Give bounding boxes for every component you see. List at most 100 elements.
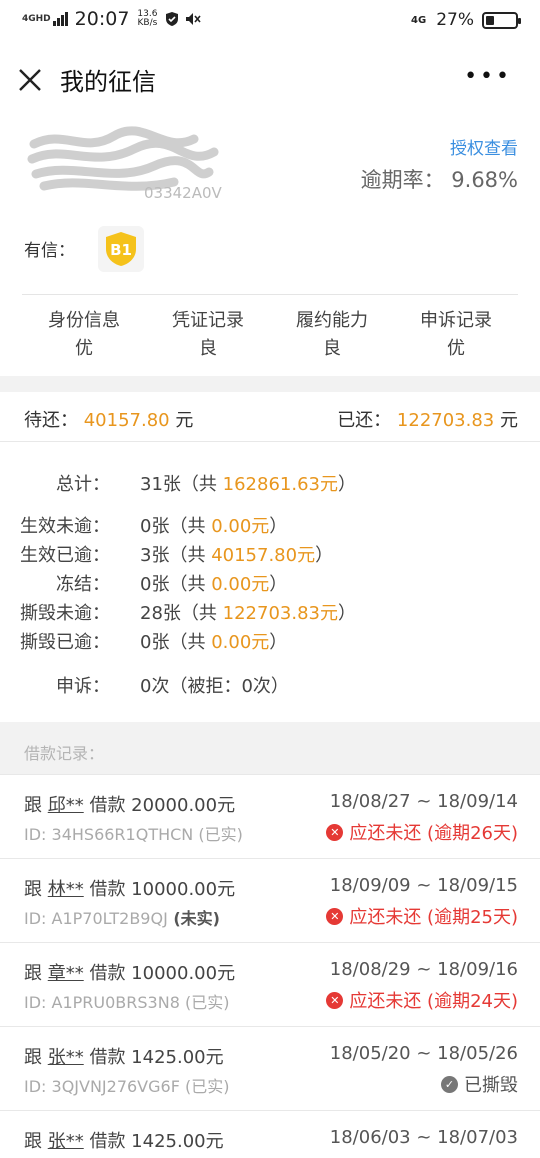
- id-value: 34HS66R1QTHCN: [51, 825, 194, 844]
- stat-row: 生效已逾： 3张（共 40157.80元）: [0, 541, 540, 571]
- pending-balance: 待还： 40157.80 元: [24, 406, 193, 432]
- real-status: (已实): [179, 993, 230, 1012]
- id-partial: 03342A0V: [144, 184, 223, 202]
- profile-header: 03342A0V 授权查看 逾期率： 9.68% 有信： B1 身份信息 优 凭…: [0, 116, 540, 376]
- overdue-label: 逾期率：: [360, 168, 445, 192]
- category-name: 身份信息: [48, 310, 120, 331]
- stat-prefix: （共: [169, 545, 212, 566]
- id-label: ID:: [24, 993, 52, 1012]
- error-icon: ✕: [326, 907, 344, 925]
- lender-name[interactable]: 张**: [48, 1131, 84, 1152]
- stat-amount: 162861.63元: [222, 474, 338, 495]
- close-icon[interactable]: [16, 66, 44, 94]
- loan-prefix: 跟: [24, 1047, 48, 1068]
- loan-dates: 18/06/03 ~ 18/07/03: [329, 1127, 518, 1148]
- paid-balance: 已还： 122703.83 元: [337, 406, 518, 432]
- clock: 20:07: [74, 8, 130, 30]
- paid-unit: 元: [500, 410, 518, 431]
- stat-label: 总计：: [56, 474, 110, 495]
- stat-row: 撕毁已逾： 0张（共 0.00元）: [0, 628, 540, 658]
- shield-status-icon: [166, 12, 179, 26]
- stat-count: 3张: [140, 545, 170, 566]
- pending-value: 40157.80: [83, 410, 170, 431]
- loan-prefix: 跟: [24, 879, 48, 900]
- loan-prefix: 跟: [24, 963, 48, 984]
- stat-value: 0张（共 0.00元）: [140, 512, 287, 538]
- loan-desc: 跟 张** 借款 1425.00元: [24, 1127, 224, 1153]
- loan-amount: 借款 10000.00元: [83, 963, 236, 984]
- status-text: 应还未还 (逾期24天): [349, 991, 518, 1012]
- speed-unit: KB/s: [137, 18, 158, 28]
- id-label: ID:: [24, 909, 52, 928]
- loan-record[interactable]: 跟 张** 借款 1425.00元 ID: 3QJVNJ276VG6F (已实)…: [0, 1026, 540, 1110]
- paid-label: 已还：: [337, 410, 392, 431]
- category-grade: 良: [199, 338, 217, 359]
- stat-count: 28张: [140, 603, 181, 624]
- loan-record[interactable]: 跟 张** 借款 1425.00元 18/06/03 ~ 18/07/03: [0, 1110, 540, 1158]
- loan-amount: 借款 10000.00元: [83, 879, 236, 900]
- category-identity[interactable]: 身份信息 优: [22, 295, 146, 372]
- status-text: 已撕毁: [464, 1075, 518, 1096]
- stat-prefix: （共: [169, 632, 212, 653]
- loan-dates: 18/09/09 ~ 18/09/15: [329, 875, 518, 896]
- category-voucher[interactable]: 凭证记录 良: [146, 295, 270, 372]
- category-name: 凭证记录: [172, 310, 244, 331]
- stat-amount: 0.00元: [211, 632, 270, 653]
- loan-id: ID: A1P70LT2B9QJ (未实): [24, 905, 220, 929]
- stat-label: 撕毁已逾：: [20, 632, 110, 653]
- category-ability[interactable]: 履约能力 良: [270, 295, 394, 372]
- stat-value: 3张（共 40157.80元）: [140, 541, 333, 567]
- stat-suffix: ）: [315, 545, 334, 566]
- credit-label: 有信：: [24, 241, 75, 261]
- stat-suffix: ）: [269, 516, 288, 537]
- loan-record[interactable]: 跟 林** 借款 10000.00元 ID: A1P70LT2B9QJ (未实)…: [0, 858, 540, 942]
- id-value: A1P70LT2B9QJ: [51, 909, 168, 928]
- credit-categories: 身份信息 优 凭证记录 良 履约能力 良 申诉记录 优: [22, 294, 518, 372]
- battery-fill: [486, 15, 494, 25]
- stat-suffix: ）: [337, 603, 356, 624]
- stat-label: 申诉：: [56, 676, 110, 697]
- lender-name[interactable]: 张**: [48, 1047, 84, 1068]
- status-text: 应还未还 (逾期25天): [349, 907, 518, 928]
- lender-name[interactable]: 邱**: [48, 795, 84, 816]
- loan-amount: 借款 20000.00元: [83, 795, 236, 816]
- stat-amount: 0.00元: [211, 574, 270, 595]
- stat-prefix: （共: [169, 574, 212, 595]
- loan-id: ID: 3QJVNJ276VG6F (已实): [24, 1073, 229, 1097]
- loan-record[interactable]: 跟 邱** 借款 20000.00元 ID: 34HS66R1QTHCN (已实…: [0, 774, 540, 858]
- category-grade: 优: [75, 338, 93, 359]
- status-text: 应还未还 (逾期26天): [349, 823, 518, 844]
- mute-icon: [186, 13, 202, 25]
- network-4g: 4G: [411, 14, 427, 26]
- stat-row: 生效未逾： 0张（共 0.00元）: [0, 512, 540, 542]
- stat-label: 撕毁未逾：: [20, 603, 110, 624]
- loan-prefix: 跟: [24, 795, 48, 816]
- stat-count: 0张: [140, 574, 170, 595]
- stat-prefix: （被拒：: [169, 676, 242, 697]
- loan-desc: 跟 邱** 借款 20000.00元: [24, 791, 235, 817]
- status-bar: 4GHD 20:07 13.6 KB/s 4G 27%: [0, 0, 540, 44]
- loan-record[interactable]: 跟 章** 借款 10000.00元 ID: A1PRU0BRS3N8 (已实)…: [0, 942, 540, 1026]
- stat-count: 0张: [140, 516, 170, 537]
- category-appeal[interactable]: 申诉记录 优: [394, 295, 518, 372]
- stat-prefix: （共: [169, 516, 212, 537]
- loan-desc: 跟 张** 借款 1425.00元: [24, 1043, 224, 1069]
- stat-row: 总计： 31张（共 162861.63元）: [0, 470, 540, 500]
- stat-count: 0张: [140, 632, 170, 653]
- more-menu-button[interactable]: •••: [464, 66, 512, 88]
- authorize-view-link[interactable]: 授权查看: [450, 134, 518, 159]
- stat-amount: 0.00元: [211, 516, 270, 537]
- stat-amount: 40157.80元: [211, 545, 316, 566]
- stat-count: 0次: [140, 676, 170, 697]
- loan-status: ✕ 应还未还 (逾期25天): [326, 903, 518, 929]
- id-label: ID:: [24, 1077, 52, 1096]
- loan-id: ID: 34HS66R1QTHCN (已实): [24, 821, 243, 845]
- stat-label: 冻结：: [56, 574, 110, 595]
- loan-dates: 18/08/29 ~ 18/09/16: [329, 959, 518, 980]
- signal-icon: [52, 12, 69, 26]
- lender-name[interactable]: 章**: [48, 963, 84, 984]
- credit-level: B1: [110, 241, 132, 259]
- stat-count: 31张: [140, 474, 181, 495]
- lender-name[interactable]: 林**: [48, 879, 84, 900]
- loan-desc: 跟 林** 借款 10000.00元: [24, 875, 235, 901]
